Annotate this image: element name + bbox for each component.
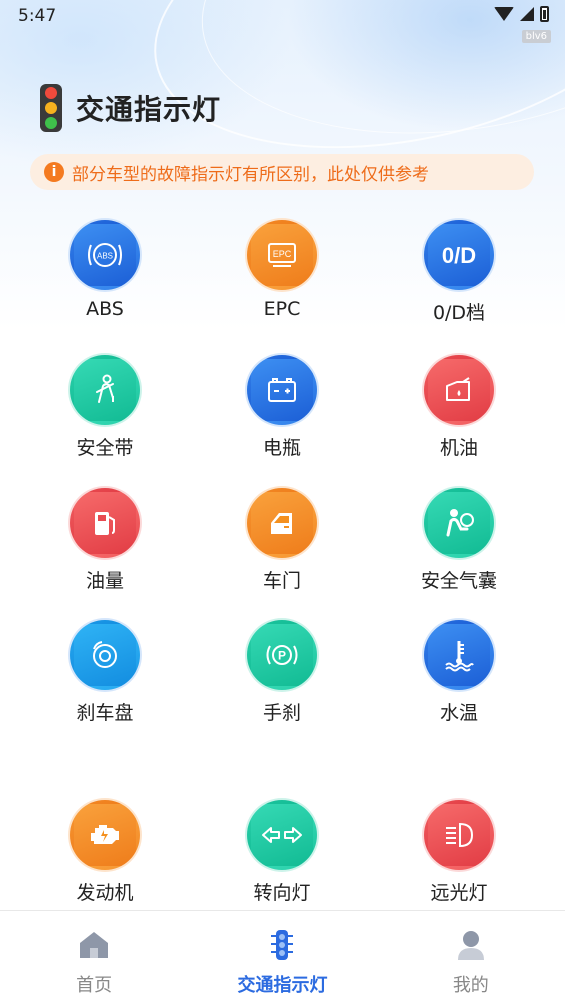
light-label: 0/D档 [432, 302, 486, 324]
light-item-turn-signal[interactable]: 转向灯 [197, 798, 367, 908]
seatbelt-icon [70, 355, 140, 425]
light-label: EPC [263, 298, 301, 320]
nav-item-profile[interactable]: 我的 [377, 911, 565, 1004]
debug-badge: blv6 [521, 30, 551, 43]
fuel-icon [70, 488, 140, 558]
od-icon: 0/D [424, 220, 494, 290]
notice-banner: i 部分车型的故障指示灯有所区别，此处仅供参考 [30, 154, 534, 190]
light-label: 车门 [262, 570, 301, 592]
svg-text:ABS: ABS [97, 252, 113, 261]
info-icon: i [44, 162, 64, 182]
oil-icon [424, 355, 494, 425]
svg-text:P: P [278, 649, 286, 663]
traffic-light-icon [264, 927, 300, 963]
svg-text:0/D: 0/D [442, 243, 476, 268]
light-label: 远光灯 [430, 882, 488, 904]
light-item-brake-disc[interactable]: 刹车盘 [20, 618, 190, 728]
battery-icon [247, 355, 317, 425]
wifi-icon [494, 7, 514, 21]
light-label: 转向灯 [253, 882, 311, 904]
traffic-light-icon [40, 84, 62, 132]
light-item-fuel[interactable]: 油量 [20, 486, 190, 596]
light-item-epc[interactable]: EPC EPC [197, 218, 367, 328]
nav-item-home[interactable]: 首页 [0, 911, 188, 1004]
nav-label: 交通指示灯 [237, 975, 328, 996]
nav-item-traffic-lights[interactable]: 交通指示灯 [188, 911, 376, 1004]
high-beam-icon [424, 800, 494, 870]
notice-text: 部分车型的故障指示灯有所区别，此处仅供参考 [72, 164, 429, 185]
light-label: 刹车盘 [76, 702, 134, 724]
status-time: 5:47 [18, 6, 57, 26]
light-label: 安全气囊 [420, 570, 497, 592]
door-icon [247, 488, 317, 558]
turn-signal-icon [247, 800, 317, 870]
abs-icon: ABS [70, 220, 140, 290]
light-label: 手刹 [262, 702, 301, 724]
light-item-oil[interactable]: 机油 [374, 353, 544, 463]
light-item-door[interactable]: 车门 [197, 486, 367, 596]
nav-label: 我的 [452, 975, 489, 996]
light-label: 电瓶 [262, 437, 301, 459]
light-item-battery[interactable]: 电瓶 [197, 353, 367, 463]
light-item-high-beam[interactable]: 远光灯 [374, 798, 544, 908]
status-icons [494, 6, 549, 22]
airbag-icon [424, 488, 494, 558]
page-title: 交通指示灯 [76, 93, 222, 126]
epc-icon: EPC [247, 220, 317, 290]
light-item-engine[interactable]: 发动机 [20, 798, 190, 908]
page-header: 交通指示灯 [40, 84, 221, 132]
light-item-airbag[interactable]: 安全气囊 [374, 486, 544, 596]
light-label: 机油 [439, 437, 478, 459]
signal-icon [520, 7, 534, 21]
light-label: 油量 [85, 570, 124, 592]
handbrake-icon: P [247, 620, 317, 690]
engine-icon [70, 800, 140, 870]
nav-label: 首页 [76, 975, 113, 996]
light-label: 发动机 [76, 882, 134, 904]
svg-text:EPC: EPC [273, 249, 292, 259]
light-label: 安全带 [76, 437, 134, 459]
light-item-handbrake[interactable]: P 手刹 [197, 618, 367, 728]
light-item-water-temp[interactable]: 水温 [374, 618, 544, 728]
light-item-seatbelt[interactable]: 安全带 [20, 353, 190, 463]
light-item-abs[interactable]: ABS ABS [20, 218, 190, 328]
battery-status-icon [540, 6, 549, 22]
user-icon [453, 927, 489, 963]
bottom-nav: 首页 交通指示灯 我的 [0, 910, 565, 1004]
brake-disc-icon [70, 620, 140, 690]
light-item-od[interactable]: 0/D 0/D档 [374, 218, 544, 328]
home-icon [76, 927, 112, 963]
light-label: 水温 [439, 702, 478, 724]
water-temp-icon [424, 620, 494, 690]
status-bar: 5:47 [0, 0, 565, 32]
light-label: ABS [86, 298, 124, 320]
